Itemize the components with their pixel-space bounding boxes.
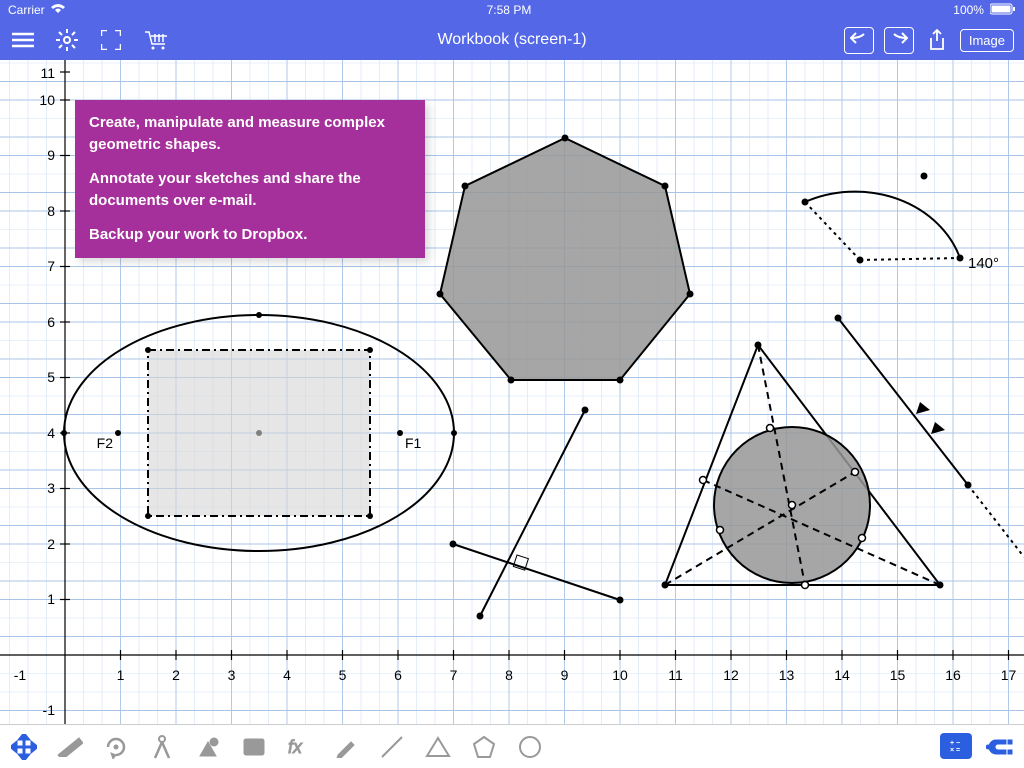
annotation-line2: Annotate your sketches and share the doc…	[89, 168, 411, 212]
svg-text:4: 4	[47, 425, 55, 441]
annotation-note[interactable]: Create, manipulate and measure complex g…	[75, 100, 425, 258]
svg-text:12: 12	[723, 667, 739, 683]
svg-text:6: 6	[394, 667, 402, 683]
svg-text:-1: -1	[43, 702, 56, 718]
battery-icon	[990, 3, 1016, 18]
svg-text:10: 10	[39, 92, 55, 108]
store-button[interactable]	[142, 27, 168, 53]
svg-text:5: 5	[47, 369, 55, 385]
redo-button[interactable]	[884, 27, 914, 54]
calculator-button[interactable]: + −× =	[940, 733, 972, 759]
svg-text:15: 15	[890, 667, 906, 683]
undo-button[interactable]	[844, 27, 874, 54]
annotation-line1: Create, manipulate and measure complex g…	[89, 112, 411, 156]
svg-text:9: 9	[561, 667, 569, 683]
focus-f2: F2	[97, 435, 114, 451]
arc-angle[interactable]: 140°	[802, 173, 1000, 273]
svg-text:-1: -1	[14, 667, 27, 683]
circle-tool[interactable]	[516, 733, 544, 761]
svg-text:9: 9	[47, 147, 55, 163]
pin-tool[interactable]	[194, 733, 222, 761]
menu-button[interactable]	[10, 27, 36, 53]
toolbar: Workbook (screen-1) Image	[0, 20, 1024, 60]
svg-text:fx: fx	[288, 737, 303, 757]
angle-label: 140°	[968, 255, 999, 272]
annotation-line3: Backup your work to Dropbox.	[89, 224, 411, 246]
svg-text:13: 13	[779, 667, 795, 683]
svg-text:+ −: + −	[950, 740, 960, 747]
share-button[interactable]	[924, 27, 950, 53]
focus-f1: F1	[405, 435, 422, 451]
svg-text:10: 10	[612, 667, 628, 683]
svg-text:16: 16	[945, 667, 961, 683]
svg-text:14: 14	[834, 667, 850, 683]
ruler-tool[interactable]	[56, 733, 84, 761]
carrier: Carrier	[8, 3, 45, 17]
x-ticks: -1 1234567891011121314151617	[14, 667, 1017, 683]
svg-text:1: 1	[47, 591, 55, 607]
bottom-toolbar: fx + −× =	[0, 724, 1024, 768]
battery-pct: 100%	[953, 3, 984, 17]
svg-text:7: 7	[450, 667, 458, 683]
fullscreen-button[interactable]	[98, 27, 124, 53]
line-tool[interactable]	[378, 733, 406, 761]
clock: 7:58 PM	[487, 3, 532, 17]
svg-text:6: 6	[47, 314, 55, 330]
svg-text:2: 2	[172, 667, 180, 683]
svg-text:11: 11	[668, 667, 683, 683]
svg-text:5: 5	[339, 667, 347, 683]
svg-text:11: 11	[40, 65, 55, 81]
snap-button[interactable]	[986, 733, 1014, 761]
perpendicular-lines[interactable]	[450, 407, 624, 620]
status-bar: Carrier 7:58 PM 100%	[0, 0, 1024, 20]
svg-text:8: 8	[47, 203, 55, 219]
compass-tool[interactable]	[148, 733, 176, 761]
svg-text:1: 1	[117, 667, 125, 683]
wifi-icon	[51, 3, 65, 17]
settings-button[interactable]	[54, 27, 80, 53]
heptagon[interactable]	[440, 138, 690, 380]
svg-text:3: 3	[47, 480, 55, 496]
svg-text:7: 7	[47, 258, 55, 274]
svg-text:× =: × =	[950, 747, 960, 754]
svg-text:17: 17	[1001, 667, 1017, 683]
pencil-tool[interactable]	[332, 733, 360, 761]
triangle-tool[interactable]	[424, 733, 452, 761]
function-tool[interactable]: fx	[286, 733, 314, 761]
svg-text:2: 2	[47, 536, 55, 552]
svg-text:8: 8	[505, 667, 513, 683]
rotate-tool[interactable]	[102, 733, 130, 761]
triangle-incircle[interactable]	[662, 342, 944, 589]
text-tool[interactable]	[240, 733, 268, 761]
svg-text:3: 3	[228, 667, 236, 683]
polygon-tool[interactable]	[470, 733, 498, 761]
image-button[interactable]: Image	[960, 29, 1014, 52]
y-ticks: -1 1 2 3 4 5 6 7 8 9 10 11	[39, 65, 55, 718]
move-tool[interactable]	[10, 733, 38, 761]
svg-text:4: 4	[283, 667, 291, 683]
rectangle[interactable]	[148, 350, 370, 516]
